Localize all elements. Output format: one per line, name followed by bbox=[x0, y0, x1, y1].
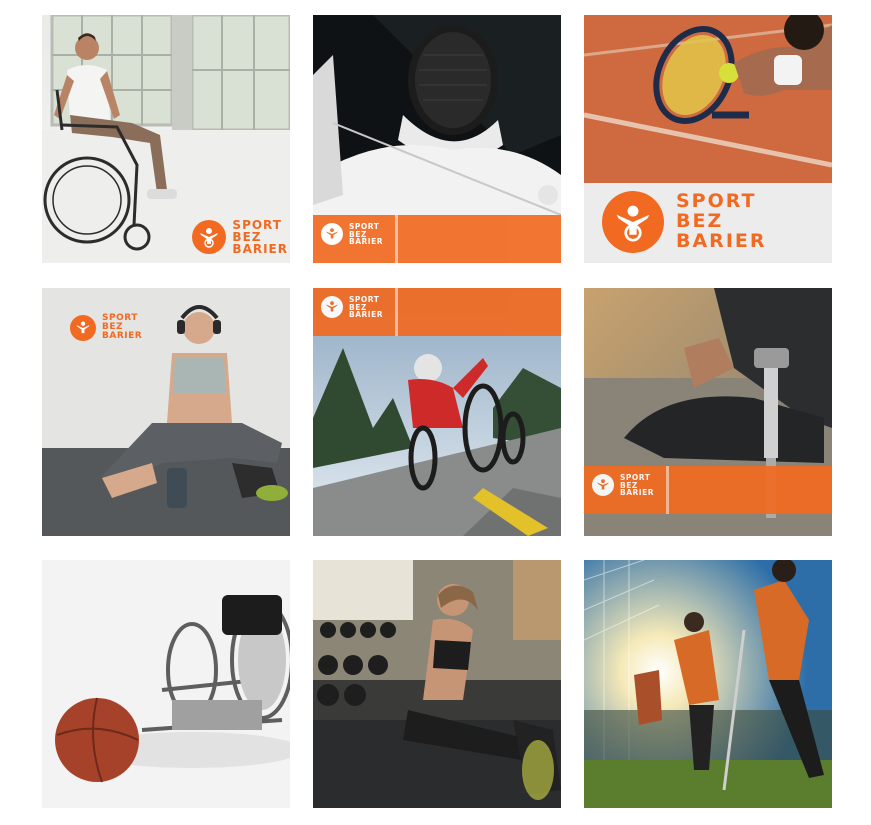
brand-line-3: BARIER bbox=[349, 310, 383, 319]
feed-post-4[interactable]: SPORT BEZ BARIER bbox=[42, 288, 290, 536]
brand-logo: SPORT BEZ BARIER bbox=[70, 314, 142, 341]
brand-emblem-icon bbox=[321, 296, 343, 319]
gym-stretching-photo bbox=[313, 560, 561, 808]
image-grid-feed: SPORT BEZ BARIER SPORT BEZ BARIER SPORT … bbox=[0, 0, 871, 825]
brand-line-3: BARIER bbox=[676, 229, 767, 252]
brand-band: SPORT BEZ BARIER bbox=[313, 288, 561, 336]
feed-post-9[interactable] bbox=[584, 560, 832, 808]
brand-line-3: BARIER bbox=[620, 488, 654, 497]
amputee-football-photo bbox=[584, 560, 832, 808]
brand-band: SPORT BEZ BARIER bbox=[584, 466, 832, 514]
brand-logo: SPORT BEZ BARIER bbox=[321, 296, 383, 319]
sport-wheelchair-photo bbox=[42, 560, 290, 808]
brand-logo: SPORT BEZ BARIER bbox=[592, 474, 654, 497]
brand-emblem-icon bbox=[70, 314, 96, 341]
feed-post-2[interactable]: SPORT BEZ BARIER bbox=[313, 15, 561, 263]
brand-emblem-icon bbox=[192, 220, 227, 254]
feed-post-5[interactable]: SPORT BEZ BARIER bbox=[313, 288, 561, 536]
brand-panel: SPORT BEZ BARIER bbox=[584, 183, 832, 263]
feed-post-7[interactable] bbox=[42, 560, 290, 808]
brand-logo: SPORT BEZ BARIER bbox=[321, 223, 383, 246]
feed-post-8[interactable] bbox=[313, 560, 561, 808]
brand-emblem-icon bbox=[321, 223, 343, 246]
brand-line-3: BARIER bbox=[102, 331, 143, 341]
brand-logo: SPORT BEZ BARIER bbox=[192, 219, 288, 255]
brand-line-2: BEZ bbox=[676, 210, 724, 233]
brand-band: SPORT BEZ BARIER bbox=[313, 215, 561, 263]
brand-line-1: SPORT bbox=[676, 190, 757, 213]
brand-emblem-icon bbox=[592, 474, 614, 497]
feed-post-1[interactable]: SPORT BEZ BARIER bbox=[42, 15, 290, 263]
brand-logo: SPORT BEZ BARIER bbox=[602, 191, 767, 253]
brand-line-3: BARIER bbox=[232, 242, 288, 256]
brand-line-3: BARIER bbox=[349, 237, 383, 246]
brand-emblem-icon bbox=[602, 191, 664, 253]
feed-post-3[interactable]: SPORT BEZ BARIER bbox=[584, 15, 832, 263]
feed-post-6[interactable]: SPORT BEZ BARIER bbox=[584, 288, 832, 536]
